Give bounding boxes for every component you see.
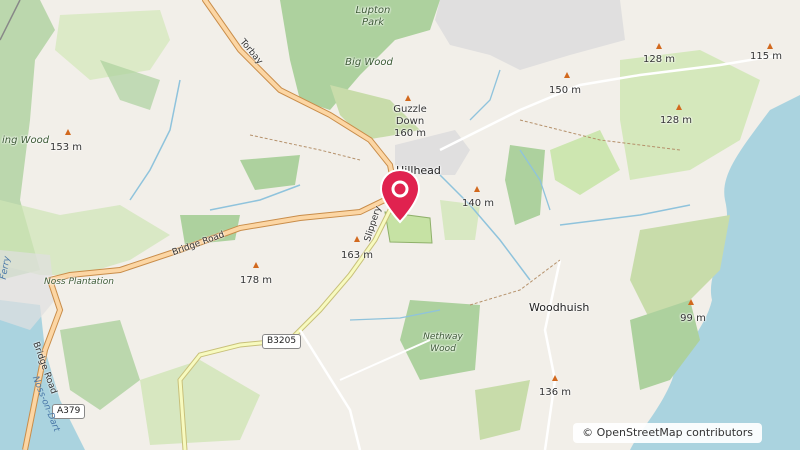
elevation-label: 128 m bbox=[659, 115, 693, 126]
elevation-label: 163 m bbox=[340, 250, 374, 261]
peak-icon bbox=[405, 95, 411, 101]
elevation-label: 140 m bbox=[461, 198, 495, 209]
elevation-label: 128 m bbox=[642, 54, 676, 65]
wood-label-noss-plantation: Noss Plantation bbox=[44, 277, 114, 287]
elevation-label: 178 m bbox=[239, 275, 273, 286]
wood-label-lupton-park: Lupton Park bbox=[355, 5, 391, 28]
elevation-label: 99 m bbox=[680, 313, 706, 324]
peak-icon bbox=[767, 43, 773, 49]
peak-icon bbox=[354, 236, 360, 242]
elevation-label: 115 m bbox=[749, 51, 783, 62]
peak-icon bbox=[688, 299, 694, 305]
wood-label-ing-wood: ing Wood bbox=[2, 135, 50, 146]
peak-icon bbox=[474, 186, 480, 192]
peak-icon bbox=[676, 104, 682, 110]
elevation-label: 160 m bbox=[393, 128, 427, 139]
map-view[interactable]: Hillhead Woodhuish Lupton Park Big Wood G… bbox=[0, 0, 800, 450]
peak-icon bbox=[253, 262, 259, 268]
wood-label-guzzle-down: Guzzle Down bbox=[393, 104, 427, 127]
elevation-label: 136 m bbox=[538, 387, 572, 398]
peak-icon bbox=[65, 129, 71, 135]
peak-icon bbox=[564, 72, 570, 78]
elevation-label: 153 m bbox=[49, 142, 83, 153]
elevation-label: 150 m bbox=[548, 85, 582, 96]
location-marker-pin-icon[interactable] bbox=[379, 168, 421, 226]
map-attribution[interactable]: © OpenStreetMap contributors bbox=[573, 423, 762, 443]
peak-icon bbox=[552, 375, 558, 381]
road-shield-b3205: B3205 bbox=[262, 334, 302, 349]
place-label-woodhuish: Woodhuish bbox=[529, 301, 590, 314]
wood-label-nethway-wood: Nethway Wood bbox=[423, 332, 463, 354]
wood-label-big-wood: Big Wood bbox=[345, 57, 393, 68]
peak-icon bbox=[656, 43, 662, 49]
